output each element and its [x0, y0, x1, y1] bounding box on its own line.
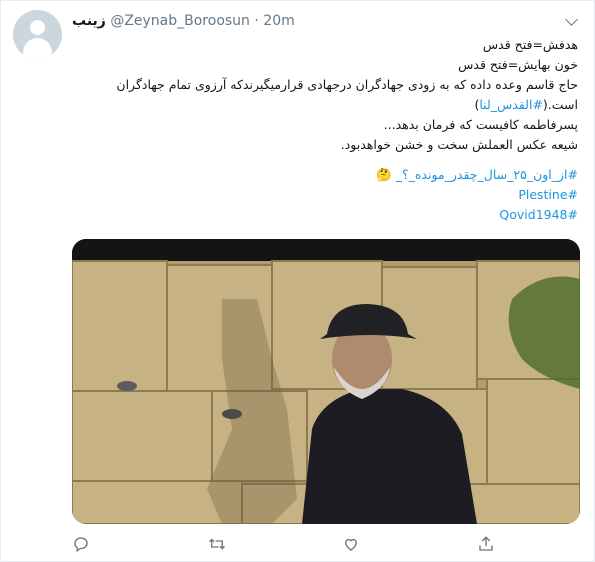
reply-icon[interactable]: [72, 535, 92, 555]
text-line: خون بهایش=فتح قدس: [458, 57, 578, 72]
author-handle[interactable]: @Zeynab_Boroosun: [110, 13, 250, 29]
thinking-emoji: 🤔: [376, 167, 392, 182]
hashtag-link[interactable]: #القدس_لنا: [479, 97, 543, 112]
text-line: حاج قاسم وعده داده که به زودی جهادگران د…: [116, 77, 578, 92]
bird: [222, 409, 242, 419]
photo-illustration: [72, 239, 580, 524]
text-line: هدفش=فتح قدس: [482, 37, 578, 52]
author-name[interactable]: زینب: [72, 13, 106, 29]
hashtag-link[interactable]: #Plestine: [518, 187, 578, 202]
retweet-icon[interactable]: [207, 535, 227, 555]
text-line: #Plestine: [68, 185, 578, 205]
share-icon[interactable]: [477, 535, 497, 555]
hashtag-link[interactable]: #از_اون_۲۵_سال_چقدر_مونده_؟_: [396, 167, 578, 182]
separator-dot: ·: [254, 13, 259, 29]
photo-top-band: [72, 239, 580, 261]
retweet-icon-svg: [209, 538, 225, 550]
like-icon[interactable]: [342, 535, 362, 555]
reply-icon-svg: [74, 537, 88, 553]
tweet-time[interactable]: 20m: [263, 13, 294, 29]
share-icon-svg: [479, 536, 493, 551]
tweet-photo[interactable]: [72, 239, 580, 524]
text-line: است.(#القدس_لنا): [68, 95, 578, 115]
avatar[interactable]: [13, 10, 62, 59]
text-line: #Qovid1948: [68, 205, 578, 225]
tweet-card[interactable]: زینب @Zeynab_Boroosun · 20m هدفش=فتح قدس…: [0, 0, 595, 562]
bird: [117, 381, 137, 391]
tweet-actions: [72, 535, 580, 555]
text-line: پسرفاطمه کافیست که فرمان بدهد...: [383, 117, 578, 132]
avatar-head: [30, 20, 45, 35]
text-line: شیعه عکس العملش سخت و خشن خواهدبود.: [340, 137, 578, 152]
text-fragment: است.(: [542, 97, 578, 112]
tweet-header: زینب @Zeynab_Boroosun · 20m: [72, 11, 295, 31]
hashtag-link[interactable]: #Qovid1948: [499, 207, 578, 222]
chevron-down-icon[interactable]: [565, 13, 578, 26]
like-icon-svg: [345, 538, 357, 551]
tweet-text: هدفش=فتح قدس خون بهایش=فتح قدس حاج قاسم …: [68, 35, 578, 225]
text-line: #از_اون_۲۵_سال_چقدر_مونده_؟_ 🤔: [68, 165, 578, 185]
avatar-body: [23, 38, 52, 59]
